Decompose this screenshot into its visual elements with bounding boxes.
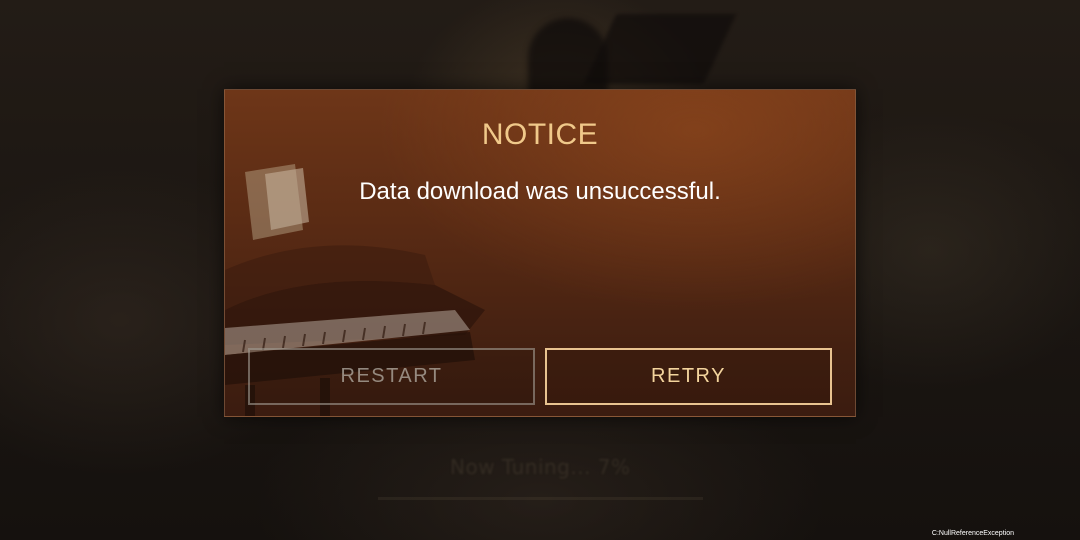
error-text: C:NullReferenceException [931,530,1014,537]
restart-button[interactable]: RESTART [248,348,535,405]
background-figure-hat [583,14,737,84]
retry-button[interactable]: RETRY [545,348,832,405]
loading-status-text: Now Tuning... 7% [450,455,631,479]
dialog-message: Data download was unsuccessful. [359,178,721,205]
loading-progress-bar [378,497,703,500]
dialog-title: NOTICE [481,118,599,151]
notice-dialog: NOTICE Data download was unsuccessful. R… [224,89,856,417]
